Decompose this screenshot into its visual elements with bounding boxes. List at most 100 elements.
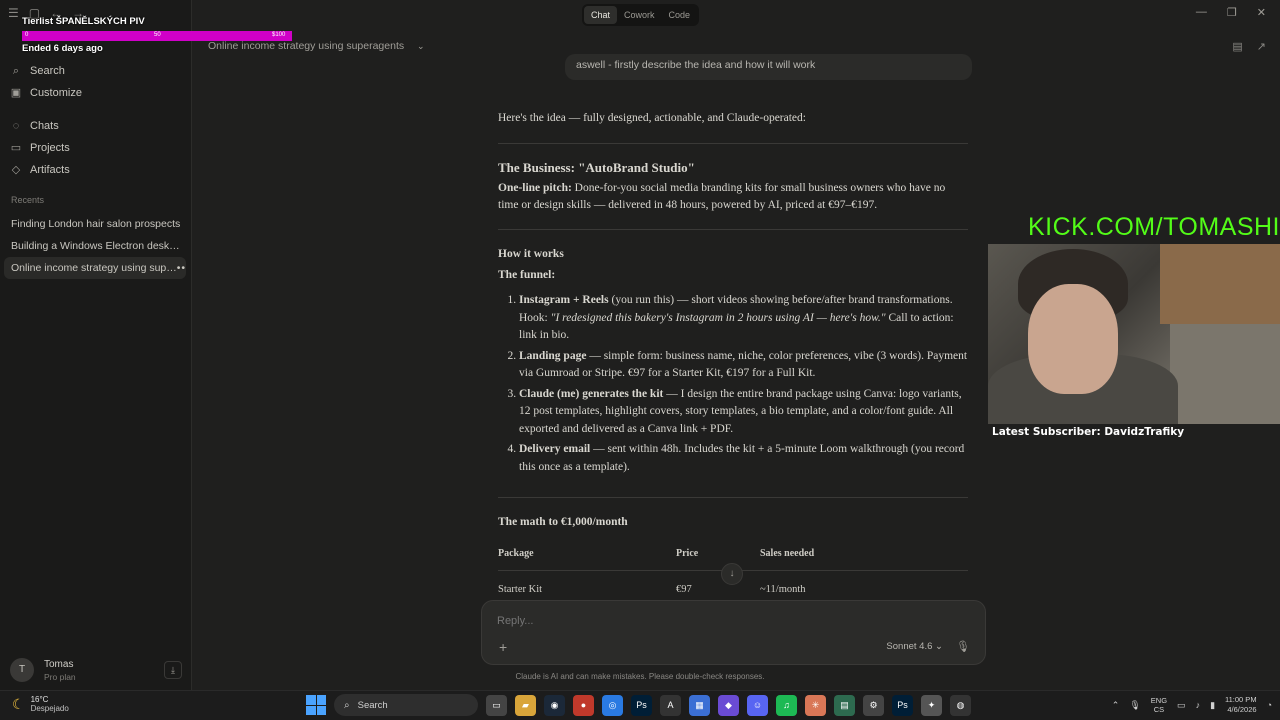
tab-chat[interactable]: Chat <box>584 6 618 24</box>
recent-chat-item[interactable]: Finding London hair salon prospects <box>0 213 182 235</box>
task-view-icon[interactable]: ▭ <box>486 694 507 716</box>
steam-icon[interactable]: ◉ <box>544 694 565 716</box>
notepad-icon[interactable]: ▤ <box>834 694 855 716</box>
battery-icon[interactable]: ▮ <box>1210 700 1215 711</box>
tier-bar-label: $100 <box>272 32 286 38</box>
taskbar-search[interactable]: ⌕ Search <box>334 694 478 716</box>
step-title: Instagram + Reels <box>519 294 609 306</box>
business-heading: The Business: "AutoBrand Studio" <box>498 160 695 175</box>
sidebar-item-artifacts[interactable]: ◇ Artifacts <box>0 159 191 181</box>
folder-icon: ▭ <box>10 142 22 154</box>
intro-text: Here's the idea — fully designed, action… <box>498 112 806 124</box>
notification-icon[interactable]: ◔ <box>1267 700 1272 710</box>
temperature: 16°C <box>30 695 49 704</box>
discord-icon[interactable]: ☺ <box>747 694 768 716</box>
document-icon[interactable]: ▤ <box>1232 40 1242 53</box>
sidebar-item-label: Customize <box>30 87 82 99</box>
assistant-message: Here's the idea — fully designed, action… <box>498 106 968 605</box>
model-label: Sonnet 4.6 <box>886 641 933 652</box>
chat-icon: ◌ <box>12 120 20 132</box>
header-actions: ▤ ↗ <box>1232 40 1266 53</box>
weather-widget[interactable]: ☾ 16°C Despejado <box>12 695 69 713</box>
share-icon[interactable]: ↗ <box>1257 40 1266 53</box>
network-icon[interactable]: ▭ <box>1177 700 1186 711</box>
reply-input[interactable] <box>497 615 967 627</box>
divider <box>498 229 968 230</box>
how-heading: How it works <box>498 248 564 260</box>
file-explorer-icon[interactable]: ▰ <box>515 694 536 716</box>
clock[interactable]: 11:00 PM 4/6/2026 <box>1225 695 1257 715</box>
spotify-icon[interactable]: ♫ <box>776 694 797 716</box>
table-header: Sales needed <box>760 541 968 571</box>
step-title: Delivery email <box>519 443 591 455</box>
tier-bar-label: 0 <box>25 32 29 38</box>
list-item: Delivery email — sent within 48h. Includ… <box>519 441 968 476</box>
sidebar-item-label: Projects <box>30 142 70 154</box>
math-heading: The math to €1,000/month <box>498 516 628 528</box>
grid-app-icon[interactable]: ▦ <box>689 694 710 716</box>
arrow-down-icon: ↓ <box>729 568 735 579</box>
sidebar-item-label: Artifacts <box>30 164 70 176</box>
sidebar-item-label: Search <box>30 65 65 77</box>
plus-icon[interactable]: + <box>499 639 507 655</box>
recent-chat-item[interactable]: Building a Windows Electron desk… <box>0 235 182 257</box>
tab-code[interactable]: Code <box>662 6 698 24</box>
pitch-label: One-line pitch: <box>498 182 572 194</box>
user-message: aswell - firstly describe the idea and h… <box>565 54 972 80</box>
tier-ended: Ended 6 days ago <box>22 43 103 54</box>
windows-start-icon[interactable] <box>306 695 326 715</box>
sidebar-item-chats[interactable]: ◌ Chats <box>0 115 191 137</box>
window-controls: — ❐ ✕ <box>1196 6 1266 19</box>
kick-channel-label: KICK.COM/TOMASHII <box>1028 213 1280 241</box>
photoshop-icon[interactable]: Ps <box>631 694 652 716</box>
sidebar-item-search[interactable]: ⌕ Search <box>0 60 191 82</box>
sidebar-item-projects[interactable]: ▭ Projects <box>0 137 191 159</box>
microphone-icon[interactable]: 🎙 <box>1129 700 1140 711</box>
model-selector[interactable]: Sonnet 4.6 ⌄ <box>886 641 943 652</box>
step-text: — simple form: business name, niche, col… <box>519 349 968 380</box>
recent-chat-item-active[interactable]: Online income strategy using sup… ••• <box>4 257 186 279</box>
app-icon[interactable]: A <box>660 694 681 716</box>
recents-label: Recents <box>11 195 45 205</box>
obs-icon[interactable]: ◍ <box>950 694 971 716</box>
disclaimer-text: Claude is AI and can make mistakes. Plea… <box>515 672 765 681</box>
obsidian-icon[interactable]: ◆ <box>718 694 739 716</box>
chevron-down-icon: ⌄ <box>935 641 943 652</box>
photoshop-icon[interactable]: Ps <box>892 694 913 716</box>
tool-icon[interactable]: ✦ <box>921 694 942 716</box>
recorder-icon[interactable]: ● <box>573 694 594 716</box>
volume-icon[interactable]: ♪ <box>1196 700 1201 710</box>
menu-icon[interactable]: ☰ <box>8 6 19 20</box>
latest-subscriber: Latest Subscriber: DavidzTrafiky <box>992 426 1185 438</box>
microphone-icon[interactable]: 🎙 <box>956 640 970 653</box>
more-options-icon[interactable]: ••• <box>177 257 186 279</box>
customize-icon: ▣ <box>10 87 22 99</box>
tab-cowork[interactable]: Cowork <box>617 6 662 24</box>
claude-icon[interactable]: ✳ <box>805 694 826 716</box>
sidebar-item-label: Chats <box>30 120 59 132</box>
list-item: Instagram + Reels (you run this) — short… <box>519 292 968 345</box>
restore-icon[interactable]: ❐ <box>1227 6 1237 19</box>
user-name: Tomas <box>44 658 74 670</box>
disclaimer: Claude is AI and can make mistakes. Plea… <box>0 672 1280 681</box>
funnel-steps: Instagram + Reels (you run this) — short… <box>498 292 968 476</box>
chevron-up-icon[interactable]: ⌃ <box>1112 700 1120 711</box>
taskbar-search-label: Search <box>357 699 388 711</box>
sidebar-item-customize[interactable]: ▣ Customize <box>0 82 191 104</box>
settings-icon[interactable]: ⚙ <box>863 694 884 716</box>
chevron-down-icon: ⌄ <box>417 41 425 51</box>
moon-icon: ☾ <box>12 695 25 712</box>
table-header: Package <box>498 541 676 571</box>
search-icon: ⌕ <box>344 699 350 711</box>
tier-bar-label: 50 <box>154 32 161 38</box>
composer: + Sonnet 4.6 ⌄ 🎙 <box>481 600 986 665</box>
search-icon: ⌕ <box>12 65 20 77</box>
weather-condition: Despejado <box>30 704 69 713</box>
language-indicator[interactable]: ENG CS <box>1151 696 1167 714</box>
chrome-icon[interactable]: ◎ <box>602 694 623 716</box>
close-icon[interactable]: ✕ <box>1257 6 1266 19</box>
minimize-icon[interactable]: — <box>1196 6 1207 19</box>
tier-title: Tierlist ŠPANĚLSKÝCH PIV <box>22 16 145 27</box>
conversation-title[interactable]: Online income strategy using superagents… <box>208 40 425 52</box>
scroll-down-button[interactable]: ↓ <box>721 563 743 585</box>
